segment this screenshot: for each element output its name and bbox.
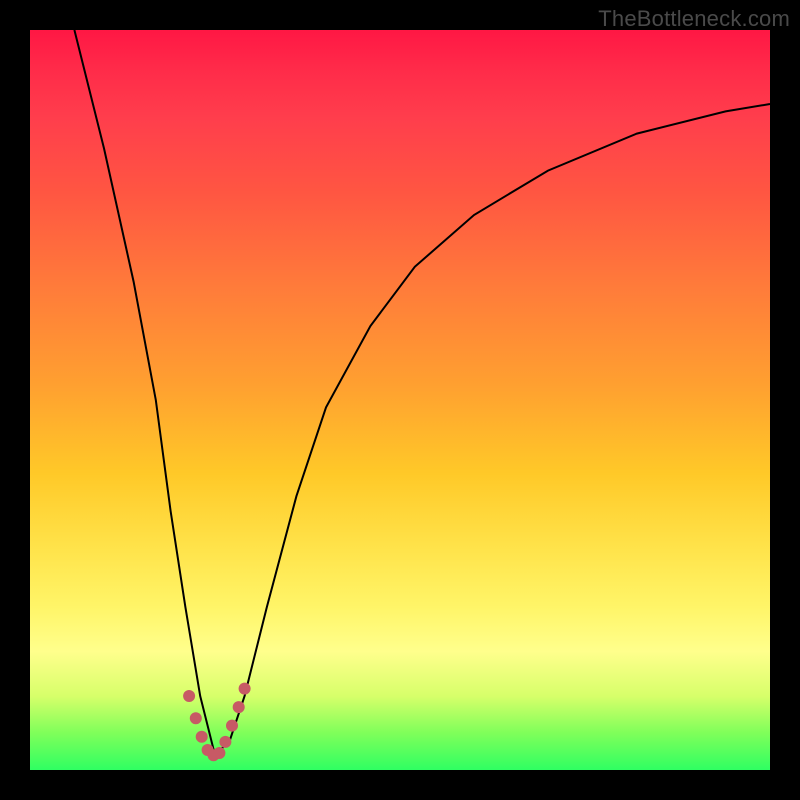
plot-frame	[30, 30, 770, 770]
bottleneck-curve	[74, 30, 770, 755]
highlight-dot	[226, 720, 238, 732]
highlight-dot	[233, 701, 245, 713]
highlight-dot	[219, 736, 231, 748]
highlight-dot	[190, 712, 202, 724]
highlight-dots	[183, 683, 251, 762]
watermark-text: TheBottleneck.com	[598, 6, 790, 32]
highlight-dot	[196, 731, 208, 743]
bottleneck-chart	[30, 30, 770, 770]
highlight-dot	[183, 690, 195, 702]
highlight-dot	[213, 747, 225, 759]
highlight-dot	[239, 683, 251, 695]
